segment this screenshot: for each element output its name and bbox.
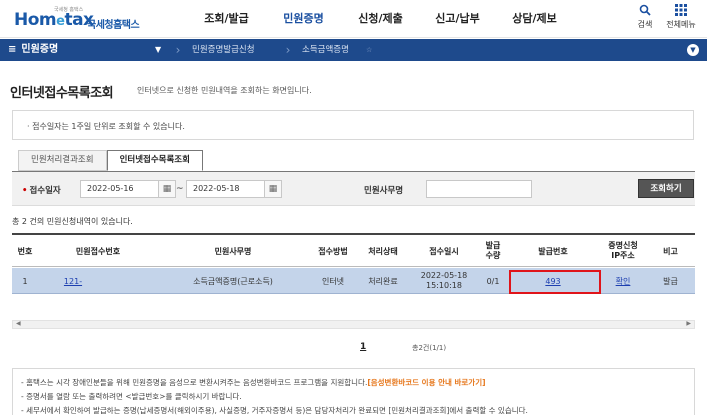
- row-receipt-no-link[interactable]: 121-: [38, 268, 108, 294]
- logo-sub: 국세청홈택스: [87, 20, 140, 31]
- horizontal-scrollbar[interactable]: ◀ ▶: [12, 320, 695, 329]
- col-note: 비고: [663, 246, 678, 256]
- row-status: 처리완료: [368, 276, 398, 286]
- nav-consult-report[interactable]: 상담/제보: [496, 0, 573, 38]
- breadcrumb-income-certificate[interactable]: 소득금액증명: [302, 39, 349, 61]
- issue-number-highlight-box: [509, 270, 601, 294]
- row-note: 발급: [663, 276, 678, 286]
- logo-brand: Hometax: [14, 10, 94, 30]
- nav-application-submit[interactable]: 신청/제출: [342, 0, 419, 38]
- top-header: 국세청 홈택스 Hometax 국세청홈택스 조회/발급 민원증명 신청/제출 …: [0, 0, 707, 38]
- scroll-left-icon[interactable]: ◀: [16, 320, 21, 327]
- hamburger-icon: ≡: [8, 44, 17, 55]
- chevron-down-icon[interactable]: ▼: [155, 39, 161, 61]
- col-office: 민원사무명: [214, 246, 252, 256]
- sub-nav: ≡ 민원증명 ▼ › 민원증명발급신청 › 소득금액증명 ☆ ▼: [0, 39, 707, 61]
- breadcrumb-separator-icon: ›: [285, 43, 291, 57]
- row-received-at: 2022-05-18 15:10:18: [420, 271, 468, 290]
- col-ip: 증명신청 IP주소: [608, 241, 638, 260]
- col-received-at: 접수일시: [429, 246, 459, 256]
- date-to-input[interactable]: 2022-05-18: [186, 180, 266, 198]
- page-title: 인터넷접수목록조회: [10, 86, 114, 101]
- note-voice-barcode: - 홈택스는 시각 장애인분들을 위해 민원증명을 음성으로 변환시켜주는 음성…: [21, 378, 486, 387]
- office-name-label: 민원사무명: [364, 186, 404, 196]
- note-issue-number: - 증명서를 열람 또는 출력하려면 <발급번호>를 클릭하시기 바랍니다.: [21, 392, 242, 401]
- tab-internet-receipt-list[interactable]: 인터넷접수목록조회: [106, 150, 203, 171]
- result-count: 총 2 건의 민원신청내역이 있습니다.: [12, 217, 133, 226]
- notice-text: · 접수일자는 1주일 단위로 조회할 수 있습니다.: [27, 122, 185, 131]
- voice-barcode-guide-link[interactable]: [음성변환바코드 이용 안내 바로가기]: [367, 378, 485, 387]
- calendar-icon[interactable]: ▦: [264, 180, 282, 198]
- global-nav: 조회/발급 민원증명 신청/제출 신고/납부 상담/제보: [188, 0, 573, 38]
- chevron-down-circle-icon[interactable]: ▼: [687, 44, 699, 56]
- nav-report-payment[interactable]: 신고/납부: [419, 0, 496, 38]
- scroll-right-icon[interactable]: ▶: [686, 320, 691, 327]
- office-name-input[interactable]: [426, 180, 532, 198]
- page-total: 총2건(1/1): [412, 344, 447, 352]
- tab-result-inquiry[interactable]: 민원처리결과조회: [18, 150, 107, 171]
- search-submit-button[interactable]: 조회하기: [638, 179, 694, 198]
- notice-box: · 접수일자는 1주일 단위로 조회할 수 있습니다.: [12, 110, 694, 140]
- row-office: 소득금액증명(근로소득): [193, 276, 273, 286]
- top-icons: 검색 전체메뉴: [627, 4, 699, 30]
- row-issue-qty: 0/1: [486, 276, 500, 286]
- date-range-separator: ~: [176, 184, 184, 194]
- col-method: 접수방법: [318, 246, 348, 256]
- search-label: 검색: [637, 20, 653, 29]
- ip-confirm-link[interactable]: 확인: [600, 268, 646, 294]
- page-description: 인터넷으로 신청한 민원내역을 조회하는 화면입니다.: [137, 86, 312, 95]
- col-issue-no: 발급번호: [538, 246, 568, 256]
- page-number-1[interactable]: 1: [360, 342, 366, 352]
- hometax-logo[interactable]: 국세청 홈택스 Hometax 국세청홈택스: [14, 6, 154, 32]
- receipt-date-label: • 접수일자: [22, 186, 61, 196]
- col-no: 번호: [17, 246, 33, 256]
- search-icon: [627, 4, 663, 18]
- receipt-table: 번호 민원접수번호 민원사무명 접수방법 처리상태 접수일시 발급 수량 발급번호…: [12, 233, 695, 294]
- submenu-toggle[interactable]: ≡ 민원증명: [8, 39, 58, 61]
- date-from-input[interactable]: 2022-05-16: [80, 180, 160, 198]
- all-menu-label: 전체메뉴: [666, 20, 696, 29]
- col-receipt-no: 민원접수번호: [75, 246, 121, 256]
- tab-bar: 민원처리결과조회 인터넷접수목록조회: [18, 150, 203, 171]
- grid-icon: [663, 4, 699, 18]
- nav-civil-certificate[interactable]: 민원증명: [265, 0, 342, 38]
- star-icon[interactable]: ☆: [366, 39, 372, 61]
- col-status: 처리상태: [368, 246, 398, 256]
- breadcrumb-separator-icon: ›: [175, 43, 181, 57]
- submenu-title: 민원증명: [21, 44, 59, 55]
- row-no: 1: [22, 276, 28, 286]
- calendar-icon[interactable]: ▦: [158, 180, 176, 198]
- nav-inquiry-issue[interactable]: 조회/발급: [188, 0, 265, 38]
- row-method: 인터넷: [321, 276, 345, 286]
- breadcrumb-issue-application[interactable]: 민원증명발급신청: [192, 39, 255, 61]
- col-issue-qty: 발급 수량: [485, 241, 501, 260]
- table-header-row: 번호 민원접수번호 민원사무명 접수방법 처리상태 접수일시 발급 수량 발급번호…: [12, 235, 695, 267]
- pagination: 1 총2건(1/1): [12, 342, 695, 356]
- all-menu-button[interactable]: 전체메뉴: [663, 4, 699, 30]
- search-button[interactable]: 검색: [627, 4, 663, 30]
- search-panel: • 접수일자 2022-05-16 ▦ ~ 2022-05-18 ▦ 민원사무명 …: [12, 172, 695, 206]
- footer-notes: - 홈택스는 시각 장애인분들을 위해 민원증명을 음성으로 변환시켜주는 음성…: [12, 368, 695, 415]
- note-tax-office: - 세무서에서 확인하여 발급하는 증명(납세증명서(해외이주용), 사실증명,…: [21, 406, 528, 415]
